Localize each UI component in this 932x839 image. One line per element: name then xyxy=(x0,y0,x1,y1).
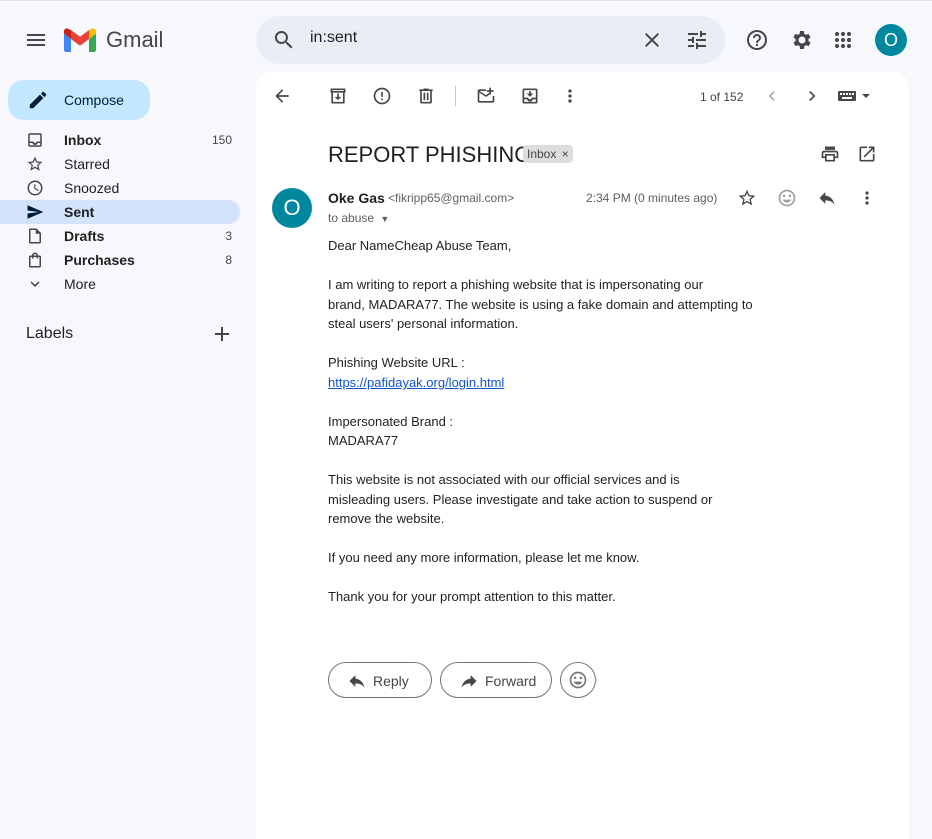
sidebar-item-label: Drafts xyxy=(64,228,105,244)
chip-label: Inbox xyxy=(527,147,557,161)
sidebar-item-starred[interactable]: Starred xyxy=(0,152,240,176)
search-icon[interactable] xyxy=(264,20,304,60)
more-vert-icon[interactable] xyxy=(851,182,883,214)
email-body-line: misleading users. Please investigate and… xyxy=(328,492,713,507)
add-label-icon[interactable] xyxy=(202,314,242,354)
chip-remove-icon[interactable]: × xyxy=(562,147,569,161)
gmail-logo-icon[interactable] xyxy=(64,28,96,52)
email-body-line: Impersonated Brand : xyxy=(328,414,454,429)
sender-avatar[interactable]: O xyxy=(272,188,312,228)
search-input[interactable] xyxy=(310,29,610,47)
reply-icon[interactable] xyxy=(811,182,843,214)
chevron-left-icon[interactable] xyxy=(756,80,788,112)
trash-icon[interactable] xyxy=(410,80,442,112)
window-top-border xyxy=(0,0,932,1)
sidebar-item-sent[interactable]: Sent xyxy=(0,200,240,224)
inbox-label-chip[interactable]: Inbox × xyxy=(523,145,573,163)
email-body-line: Thank you for your prompt attention to t… xyxy=(328,589,616,604)
email-subject: REPORT PHISHING xyxy=(328,142,532,167)
sidebar-item-count: 3 xyxy=(225,229,232,243)
compose-button[interactable]: Compose xyxy=(8,80,150,120)
recipient-details[interactable]: to abuse ▼ xyxy=(328,211,389,225)
clock-icon xyxy=(27,180,43,196)
clear-search-icon[interactable] xyxy=(632,20,672,60)
emoji-reaction-icon[interactable] xyxy=(771,182,803,214)
shopping-bag-icon xyxy=(29,252,41,268)
account-avatar[interactable]: O xyxy=(875,24,907,56)
smiley-icon xyxy=(569,671,587,689)
sent-time: 2:34 PM (0 minutes ago) xyxy=(586,191,718,205)
sidebar-item-label: Inbox xyxy=(64,132,102,148)
forward-button[interactable]: Forward xyxy=(440,662,552,698)
move-to-icon[interactable] xyxy=(514,80,546,112)
inbox-icon xyxy=(28,133,42,147)
search-bar[interactable] xyxy=(256,16,725,64)
sidebar-item-label: Sent xyxy=(64,204,95,220)
email-body-line: This website is not associated with our … xyxy=(328,472,680,487)
draft-file-icon xyxy=(29,228,41,244)
sidebar-item-count: 8 xyxy=(225,253,232,267)
sidebar-item-label: More xyxy=(64,276,96,292)
reply-label: Reply xyxy=(373,673,409,689)
input-tools-icon[interactable] xyxy=(838,88,874,104)
email-body-line: Dear NameCheap Abuse Team, xyxy=(328,238,512,253)
main-menu-icon[interactable] xyxy=(16,20,56,60)
labels-heading: Labels xyxy=(26,325,74,342)
pagination-text: 1 of 152 xyxy=(700,90,744,104)
star-icon[interactable] xyxy=(731,182,763,214)
star-icon xyxy=(27,156,43,171)
phishing-url-link[interactable]: https://pafidayak.org/login.html xyxy=(328,375,504,390)
gmail-logo-text[interactable]: Gmail xyxy=(106,27,163,53)
print-icon[interactable] xyxy=(814,138,846,170)
compose-label: Compose xyxy=(64,92,124,108)
help-icon[interactable] xyxy=(737,20,777,60)
sidebar-item-drafts[interactable]: Drafts 3 xyxy=(0,224,240,248)
back-arrow-icon[interactable] xyxy=(266,80,298,112)
sidebar-item-label: Snoozed xyxy=(64,180,120,196)
archive-icon[interactable] xyxy=(322,80,354,112)
report-spam-icon[interactable] xyxy=(366,80,398,112)
chevron-right-icon[interactable] xyxy=(796,80,828,112)
emoji-react-button[interactable] xyxy=(560,662,596,698)
reply-button[interactable]: Reply xyxy=(328,662,432,698)
apps-grid-icon[interactable] xyxy=(823,20,863,60)
sidebar-item-inbox[interactable]: Inbox 150 xyxy=(0,128,240,152)
email-body-line: If you need any more information, please… xyxy=(328,550,640,565)
email-body-line: remove the website. xyxy=(328,511,445,526)
open-new-window-icon[interactable] xyxy=(851,138,883,170)
reply-icon xyxy=(349,675,365,688)
forward-icon xyxy=(461,675,477,688)
toolbar-divider xyxy=(455,86,456,106)
email-body-line: steal users' personal information. xyxy=(328,316,519,331)
recipient-text: to abuse xyxy=(328,211,375,225)
mark-unread-icon[interactable] xyxy=(470,80,502,112)
email-body-line: I am writing to report a phishing websit… xyxy=(328,277,704,292)
sidebar-item-snoozed[interactable]: Snoozed xyxy=(0,176,240,200)
forward-label: Forward xyxy=(485,673,537,689)
email-body-line: MADARA77 xyxy=(328,433,399,448)
sidebar-item-count: 150 xyxy=(211,133,232,147)
sidebar-item-purchases[interactable]: Purchases 8 xyxy=(0,248,240,272)
sidebar-item-label: Purchases xyxy=(64,252,135,268)
sender-email: <fikripp65@gmail.com> xyxy=(388,191,515,205)
send-icon xyxy=(27,205,44,219)
pencil-icon xyxy=(29,91,47,109)
sender-name[interactable]: Oke Gas xyxy=(328,190,385,206)
chevron-down-icon xyxy=(30,281,40,287)
email-body-line: brand, MADARA77. The website is using a … xyxy=(328,297,753,312)
more-vert-icon[interactable] xyxy=(554,80,586,112)
side-panel-strip xyxy=(909,72,932,839)
sidebar-item-label: Starred xyxy=(64,156,110,172)
caret-down-icon[interactable]: ▼ xyxy=(380,214,389,224)
email-body-line: Phishing Website URL : xyxy=(328,355,465,370)
sidebar-item-more[interactable]: More xyxy=(0,272,240,296)
search-options-icon[interactable] xyxy=(677,20,717,60)
settings-gear-icon[interactable] xyxy=(781,20,821,60)
